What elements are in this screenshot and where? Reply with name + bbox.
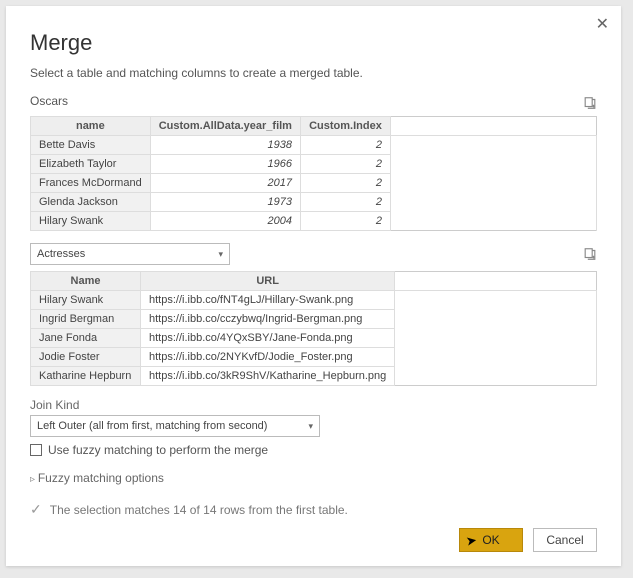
cell-url[interactable]: https://i.ibb.co/4YQxSBY/Jane-Fonda.png: [141, 329, 395, 348]
cell-name[interactable]: Katharine Hepburn: [31, 367, 141, 386]
spacer: [395, 367, 597, 386]
cell-index[interactable]: 2: [300, 193, 390, 212]
fuzzy-checkbox[interactable]: [30, 444, 42, 456]
fuzzy-options-expander[interactable]: Fuzzy matching options: [30, 471, 597, 485]
join-kind-select[interactable]: Left Outer (all from first, matching fro…: [30, 415, 320, 437]
cell-name[interactable]: Ingrid Bergman: [31, 310, 141, 329]
spacer: [390, 155, 596, 174]
join-kind-label: Join Kind: [30, 398, 597, 412]
spacer: [395, 310, 597, 329]
actresses-table[interactable]: Name URL Hilary Swankhttps://i.ibb.co/fN…: [30, 271, 597, 386]
spacer: [390, 174, 596, 193]
second-table-select[interactable]: Actresses ▾: [30, 243, 230, 265]
table-row[interactable]: Glenda Jackson19732: [31, 193, 597, 212]
merge-dialog: ✕ Merge Select a table and matching colu…: [6, 6, 621, 566]
cancel-button[interactable]: Cancel: [533, 528, 597, 552]
cell-url[interactable]: https://i.ibb.co/2NYKvfD/Jodie_Foster.pn…: [141, 348, 395, 367]
cell-name[interactable]: Hilary Swank: [31, 291, 141, 310]
cell-index[interactable]: 2: [300, 136, 390, 155]
cell-url[interactable]: https://i.ibb.co/cczybwq/Ingrid-Bergman.…: [141, 310, 395, 329]
cell-year[interactable]: 1966: [150, 155, 300, 174]
table-row[interactable]: Ingrid Bergmanhttps://i.ibb.co/cczybwq/I…: [31, 310, 597, 329]
cell-name[interactable]: Elizabeth Taylor: [31, 155, 151, 174]
col-year[interactable]: Custom.AllData.year_film: [150, 117, 300, 136]
cell-url[interactable]: https://i.ibb.co/fNT4gLJ/Hillary-Swank.p…: [141, 291, 395, 310]
cell-year[interactable]: 1973: [150, 193, 300, 212]
cell-name[interactable]: Bette Davis: [31, 136, 151, 155]
table-row[interactable]: Bette Davis19382: [31, 136, 597, 155]
table-row[interactable]: Hilary Swank20042: [31, 212, 597, 231]
cell-index[interactable]: 2: [300, 212, 390, 231]
select-value: Actresses: [37, 248, 85, 260]
cell-year[interactable]: 2017: [150, 174, 300, 193]
cell-url[interactable]: https://i.ibb.co/3kR9ShV/Katharine_Hepbu…: [141, 367, 395, 386]
col-url[interactable]: URL: [141, 272, 395, 291]
spacer: [395, 291, 597, 310]
cell-index[interactable]: 2: [300, 174, 390, 193]
spacer: [390, 193, 596, 212]
cell-index[interactable]: 2: [300, 155, 390, 174]
dialog-subtitle: Select a table and matching columns to c…: [30, 66, 597, 80]
table-row[interactable]: Jodie Fosterhttps://i.ibb.co/2NYKvfD/Jod…: [31, 348, 597, 367]
chevron-down-icon: ▾: [218, 249, 223, 260]
spacer: [395, 329, 597, 348]
oscars-table[interactable]: name Custom.AllData.year_film Custom.Ind…: [30, 116, 597, 231]
table-row[interactable]: Frances McDormand20172: [31, 174, 597, 193]
col-name[interactable]: name: [31, 117, 151, 136]
ok-button[interactable]: ➤ OK: [459, 528, 523, 552]
status-text: The selection matches 14 of 14 rows from…: [50, 503, 348, 517]
dialog-title: Merge: [30, 30, 597, 56]
table1-label: Oscars: [30, 94, 68, 108]
spacer: [390, 117, 596, 136]
col-name2[interactable]: Name: [31, 272, 141, 291]
chevron-down-icon: ▾: [308, 421, 313, 432]
spacer: [395, 272, 597, 291]
cell-name[interactable]: Jodie Foster: [31, 348, 141, 367]
col-index[interactable]: Custom.Index: [300, 117, 390, 136]
cell-name[interactable]: Frances McDormand: [31, 174, 151, 193]
cell-name[interactable]: Jane Fonda: [31, 329, 141, 348]
table-row[interactable]: Jane Fondahttps://i.ibb.co/4YQxSBY/Jane-…: [31, 329, 597, 348]
table-row[interactable]: Elizabeth Taylor19662: [31, 155, 597, 174]
cell-year[interactable]: 1938: [150, 136, 300, 155]
refresh-icon[interactable]: [583, 96, 597, 110]
fuzzy-label: Use fuzzy matching to perform the merge: [48, 443, 268, 457]
cell-year[interactable]: 2004: [150, 212, 300, 231]
refresh-icon[interactable]: [583, 247, 597, 261]
cell-name[interactable]: Glenda Jackson: [31, 193, 151, 212]
spacer: [390, 212, 596, 231]
cursor-icon: ➤: [465, 532, 479, 550]
table-row[interactable]: Hilary Swankhttps://i.ibb.co/fNT4gLJ/Hil…: [31, 291, 597, 310]
join-kind-value: Left Outer (all from first, matching fro…: [37, 420, 267, 432]
table-row[interactable]: Katharine Hepburnhttps://i.ibb.co/3kR9Sh…: [31, 367, 597, 386]
dialog-footer: ➤ OK Cancel: [459, 528, 597, 552]
check-icon: ✓: [30, 501, 42, 518]
close-icon[interactable]: ✕: [596, 14, 609, 34]
spacer: [395, 348, 597, 367]
spacer: [390, 136, 596, 155]
cell-name[interactable]: Hilary Swank: [31, 212, 151, 231]
